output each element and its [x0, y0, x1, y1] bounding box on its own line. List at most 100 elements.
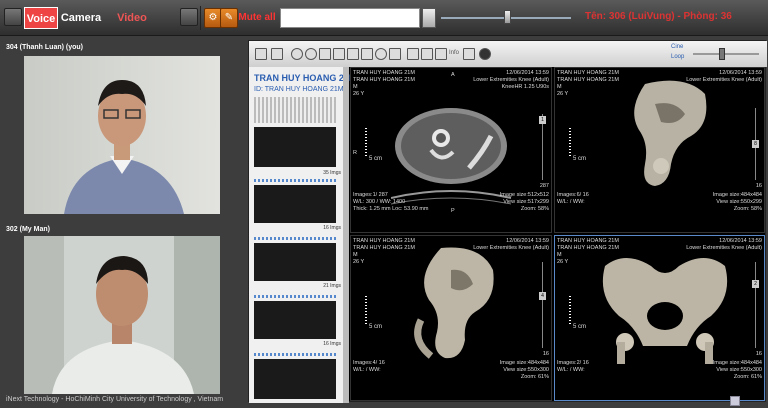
fullscreen-icon[interactable] [463, 48, 475, 60]
viewport-1[interactable]: TRAN HUY HOANG 21M TRAN HUY HOANG 21M M … [350, 67, 552, 233]
pane1-scale [365, 128, 367, 156]
series-dots-1 [254, 179, 336, 182]
pane4-date: 12/06/2014 13:59 [719, 238, 762, 244]
pane2-zoom: Zoom: 58% [733, 206, 762, 212]
address-input[interactable] [280, 8, 420, 28]
pane1-scroll-thumb[interactable]: 1 [539, 116, 546, 124]
series-thumb-5[interactable] [254, 359, 336, 399]
pane1-patient: TRAN HUY HOANG 21M [353, 70, 415, 76]
cine-slider-thumb[interactable] [719, 48, 725, 60]
top-toolbar: Voice Camera Video ⚙ ✎ Mute all Tên: 306… [0, 0, 768, 36]
cine-slider-track[interactable] [693, 53, 759, 55]
pane1-marker-a: A [451, 72, 455, 78]
rotate-icon[interactable] [435, 48, 447, 60]
pane1-images: Images:1/ 287 [353, 192, 388, 198]
person-self-image [24, 56, 220, 214]
series-count-2: 16 Imgs [323, 225, 341, 231]
pane4-patient: TRAN HUY HOANG 21M [557, 238, 619, 244]
loop-label: Loop [671, 54, 685, 60]
pane3-scroll-line[interactable] [542, 262, 543, 348]
pane1-zoom: Zoom: 58% [520, 206, 549, 212]
pane3-images: Images:4/ 16 [353, 360, 385, 366]
pane3-date: 12/06/2014 13:59 [506, 238, 549, 244]
pane2-age: 26 Y [557, 91, 569, 97]
add-icon[interactable] [479, 48, 491, 60]
pane2-images: Images:6/ 16 [557, 192, 589, 198]
pane2-scroll-thumb[interactable]: 8 [752, 140, 759, 148]
video-self[interactable] [24, 56, 220, 214]
resize-grip-icon[interactable] [730, 396, 740, 406]
target-icon[interactable] [375, 48, 387, 60]
room-label: Tên: 306 (LuiVung) - Phòng: 36 [585, 11, 732, 22]
pelvis-3d-image-3 [602, 258, 728, 364]
pan-icon[interactable] [319, 48, 331, 60]
person-remote-image [24, 236, 220, 394]
viewport-2[interactable]: TRAN HUY HOANG 21M TRAN HUY HOANG 21M M … [554, 67, 765, 233]
pane3-scale-label: 5 cm [369, 324, 383, 330]
flip-icon[interactable] [421, 48, 433, 60]
pane4-wl: W/L: / WW: [557, 367, 585, 373]
pane4-scroll-line[interactable] [755, 262, 756, 348]
pane1-protocol: KneeHR 1.25 U90s [501, 84, 549, 90]
pane4-view-size: View size:550x300 [716, 367, 762, 373]
pane3-scale [365, 296, 367, 324]
zoom-icon[interactable] [305, 48, 317, 60]
series-thumb-1[interactable] [254, 127, 336, 167]
pane4-scroll-thumb[interactable]: 2 [752, 280, 759, 288]
video-button[interactable]: Video [112, 7, 152, 29]
voice-button[interactable]: Voice [24, 7, 58, 29]
annotate-icon[interactable] [407, 48, 419, 60]
camera-button[interactable]: Camera [60, 7, 102, 29]
pelvis-3d-image-2 [414, 247, 494, 359]
pane4-scale [569, 296, 571, 324]
pane3-img-size: Image size:484x484 [499, 360, 549, 366]
series-thumb-3[interactable] [254, 243, 336, 281]
pane4-sex: M [557, 252, 562, 258]
video-column: 304 (Thanh Luan) (you) 302 (My Man) iNex… [0, 36, 238, 408]
pane2-scale-label: 5 cm [573, 156, 587, 162]
patient-id: ID: TRAN HUY HOANG 21M [254, 86, 344, 93]
info-toggle[interactable]: Info [449, 50, 459, 56]
series-tiles[interactable] [254, 97, 336, 123]
pane2-count: 16 [755, 183, 762, 189]
viewport-4[interactable]: TRAN HUY HOANG 21M TRAN HUY HOANG 21M M … [554, 235, 765, 401]
mute-all-button[interactable]: Mute all [238, 7, 276, 29]
layout-1x1-icon[interactable] [255, 48, 267, 60]
volume-slider-thumb[interactable] [504, 10, 511, 24]
footer-credit: iNext Technology - HoChiMinh City Univer… [6, 396, 224, 403]
menu-icon[interactable] [4, 8, 22, 26]
pane2-patient2: TRAN HUY HOANG 21M [557, 77, 619, 83]
pane1-thick: Thick: 1.25 mm Loc: 53.90 mm [353, 206, 429, 212]
cine-label: Cine [671, 44, 684, 50]
series-thumb-4[interactable] [254, 301, 336, 339]
measure-icon[interactable] [347, 48, 359, 60]
volume-icon[interactable] [422, 8, 436, 28]
series-thumb-2[interactable] [254, 185, 336, 223]
pane3-zoom: Zoom: 61% [520, 374, 549, 380]
pane3-scroll-thumb[interactable]: 4 [539, 292, 546, 300]
pointer-icon[interactable] [291, 48, 303, 60]
pane1-study: Lower Extremities Knee (Adult) [473, 77, 549, 83]
video-remote[interactable] [24, 236, 220, 394]
pane4-zoom: Zoom: 61% [733, 374, 762, 380]
pane4-scale-label: 5 cm [573, 324, 587, 330]
pane2-date: 12/06/2014 13:59 [719, 70, 762, 76]
series-panel: TRAN HUY HOANG 21M ID: TRAN HUY HOANG 21… [249, 67, 356, 403]
pane1-date: 12/06/2014 13:59 [506, 70, 549, 76]
edit-icon[interactable]: ✎ [220, 8, 238, 28]
pane1-marker-r: R [353, 150, 357, 156]
window-level-icon[interactable] [333, 48, 345, 60]
close-icon[interactable] [180, 8, 198, 26]
pane1-wl: W/L: 300 / WW: 1400 [353, 199, 406, 205]
pane2-patient: TRAN HUY HOANG 21M [557, 70, 619, 76]
series-scrollbar[interactable] [343, 67, 349, 403]
pane2-img-size: Image size:484x484 [712, 192, 762, 198]
viewport-3[interactable]: TRAN HUY HOANG 21M TRAN HUY HOANG 21M M … [350, 235, 552, 401]
layout-grid-icon[interactable] [271, 48, 283, 60]
series-count-1: 35 Imgs [323, 170, 341, 176]
viewer-toolbar: Info Cine Loop [249, 41, 767, 67]
line-icon[interactable] [389, 48, 401, 60]
pane1-marker-p: P [451, 208, 455, 214]
link-icon[interactable] [361, 48, 373, 60]
patient-name: TRAN HUY HOANG 21M [254, 73, 357, 83]
